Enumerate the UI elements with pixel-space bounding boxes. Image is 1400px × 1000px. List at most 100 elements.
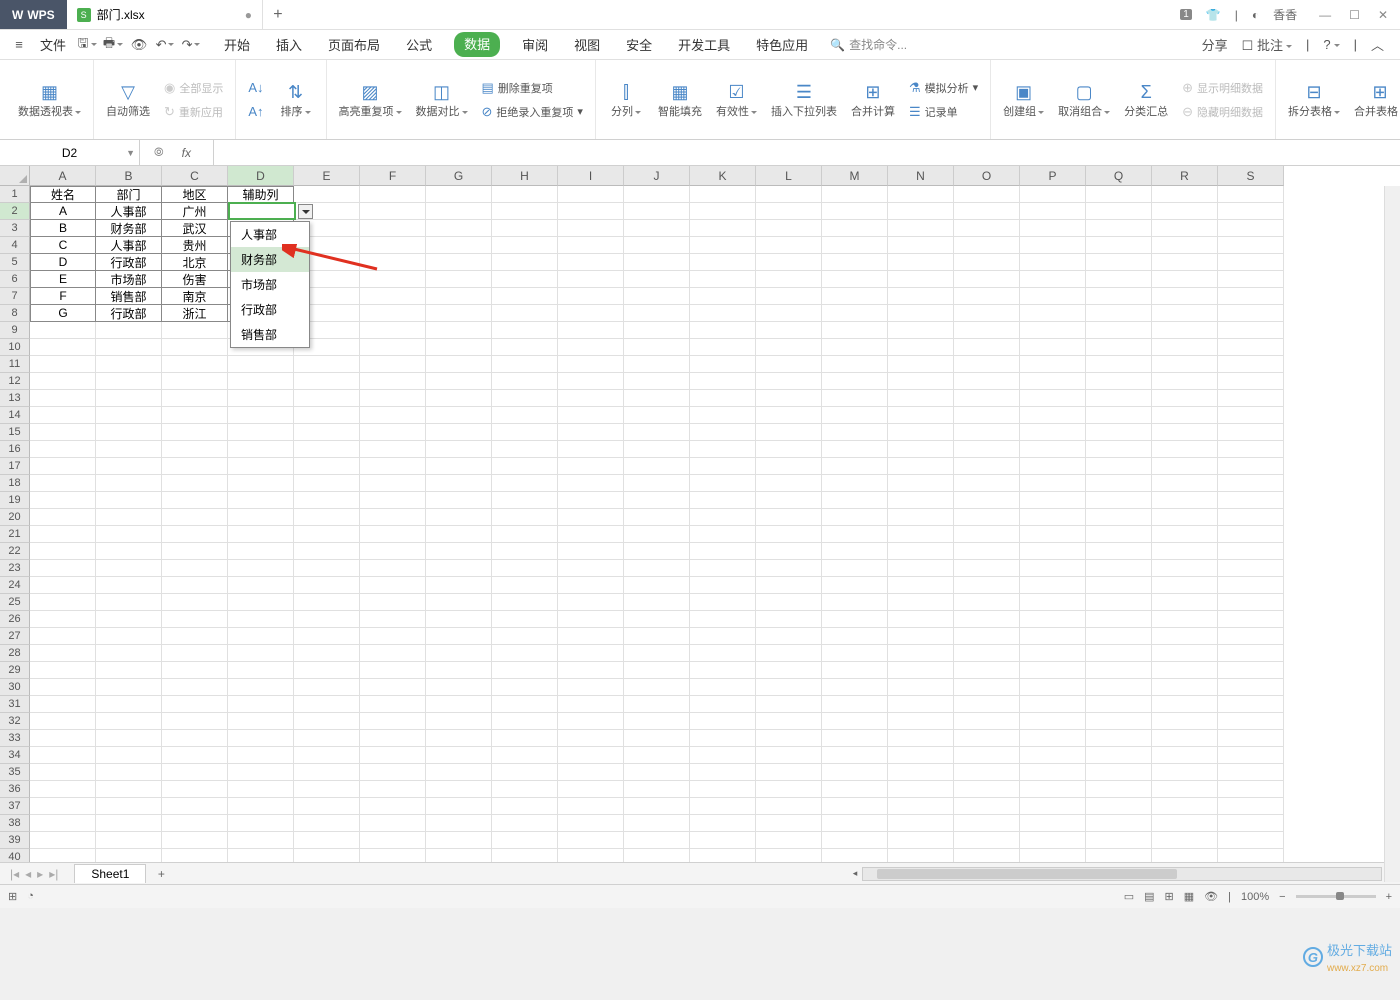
row-header[interactable]: 40 bbox=[0, 849, 30, 862]
cell[interactable] bbox=[1020, 305, 1086, 322]
name-box-dropdown-icon[interactable]: ▼ bbox=[126, 148, 135, 158]
cell[interactable] bbox=[492, 764, 558, 781]
cell[interactable] bbox=[954, 254, 1020, 271]
cell[interactable] bbox=[162, 322, 228, 339]
cell[interactable] bbox=[96, 849, 162, 862]
cell[interactable] bbox=[360, 696, 426, 713]
row-header[interactable]: 10 bbox=[0, 339, 30, 356]
cell[interactable] bbox=[30, 747, 96, 764]
row-header[interactable]: 16 bbox=[0, 441, 30, 458]
menu-tab-公式[interactable]: 公式 bbox=[402, 32, 436, 57]
spreadsheet[interactable]: ABCDEFGHIJKLMNOPQRS 12345678910111213141… bbox=[0, 166, 1400, 862]
dropdown-option[interactable]: 销售部 bbox=[231, 322, 309, 347]
cell[interactable] bbox=[1020, 424, 1086, 441]
cell[interactable] bbox=[1086, 509, 1152, 526]
cell[interactable] bbox=[558, 271, 624, 288]
cell[interactable] bbox=[30, 509, 96, 526]
column-header[interactable]: R bbox=[1152, 166, 1218, 186]
cell[interactable] bbox=[954, 186, 1020, 203]
cell[interactable] bbox=[360, 203, 426, 220]
tab-nav-next-icon[interactable]: ▸ bbox=[37, 867, 43, 881]
cell[interactable] bbox=[426, 254, 492, 271]
cell[interactable] bbox=[360, 271, 426, 288]
cell[interactable] bbox=[822, 254, 888, 271]
cell[interactable] bbox=[1086, 560, 1152, 577]
cell[interactable] bbox=[30, 832, 96, 849]
cell[interactable] bbox=[492, 424, 558, 441]
cell[interactable] bbox=[228, 475, 294, 492]
cell[interactable] bbox=[888, 628, 954, 645]
text-to-columns-button[interactable]: ⫿分列 bbox=[604, 68, 648, 132]
cell[interactable] bbox=[426, 798, 492, 815]
cell[interactable] bbox=[888, 356, 954, 373]
row-header[interactable]: 18 bbox=[0, 475, 30, 492]
cell[interactable] bbox=[1152, 781, 1218, 798]
cell[interactable] bbox=[360, 560, 426, 577]
cell[interactable] bbox=[822, 628, 888, 645]
cell[interactable] bbox=[1086, 475, 1152, 492]
pivot-table-button[interactable]: ▦数据透视表 bbox=[14, 68, 85, 132]
cell[interactable] bbox=[1218, 679, 1284, 696]
cell[interactable] bbox=[756, 356, 822, 373]
cell[interactable] bbox=[690, 186, 756, 203]
cell[interactable] bbox=[690, 407, 756, 424]
cell[interactable] bbox=[1086, 849, 1152, 862]
cell[interactable]: 贵州 bbox=[162, 237, 228, 254]
cell[interactable] bbox=[360, 764, 426, 781]
column-header[interactable]: D bbox=[228, 166, 294, 186]
cell[interactable] bbox=[822, 696, 888, 713]
cell[interactable] bbox=[162, 798, 228, 815]
cell[interactable] bbox=[756, 254, 822, 271]
cell[interactable] bbox=[492, 577, 558, 594]
cell[interactable] bbox=[1218, 747, 1284, 764]
cell[interactable] bbox=[756, 611, 822, 628]
row-header[interactable]: 20 bbox=[0, 509, 30, 526]
menu-tab-审阅[interactable]: 审阅 bbox=[518, 32, 552, 57]
cell[interactable] bbox=[1152, 305, 1218, 322]
hscroll-thumb[interactable] bbox=[877, 869, 1177, 879]
cell[interactable] bbox=[1086, 764, 1152, 781]
cell[interactable] bbox=[756, 322, 822, 339]
cell[interactable] bbox=[162, 679, 228, 696]
column-header[interactable]: K bbox=[690, 166, 756, 186]
cell[interactable] bbox=[690, 475, 756, 492]
cell[interactable] bbox=[624, 458, 690, 475]
cell[interactable] bbox=[228, 747, 294, 764]
cell[interactable] bbox=[492, 560, 558, 577]
cell[interactable] bbox=[426, 458, 492, 475]
cell[interactable] bbox=[822, 645, 888, 662]
view-page-icon[interactable]: ▤ bbox=[1144, 890, 1154, 903]
cell[interactable]: 广州 bbox=[162, 203, 228, 220]
cell[interactable] bbox=[1152, 220, 1218, 237]
cell[interactable] bbox=[96, 424, 162, 441]
cell[interactable] bbox=[756, 543, 822, 560]
cell[interactable] bbox=[96, 815, 162, 832]
cell[interactable] bbox=[360, 509, 426, 526]
cell[interactable] bbox=[294, 424, 360, 441]
cell[interactable] bbox=[360, 679, 426, 696]
cell[interactable] bbox=[558, 458, 624, 475]
cell[interactable] bbox=[1152, 390, 1218, 407]
cell[interactable] bbox=[492, 475, 558, 492]
cell[interactable] bbox=[624, 764, 690, 781]
cell[interactable] bbox=[1218, 611, 1284, 628]
cell[interactable] bbox=[162, 458, 228, 475]
column-header[interactable]: J bbox=[624, 166, 690, 186]
cell[interactable] bbox=[1218, 475, 1284, 492]
cell[interactable] bbox=[1218, 577, 1284, 594]
column-header[interactable]: G bbox=[426, 166, 492, 186]
cell[interactable] bbox=[822, 339, 888, 356]
cell[interactable] bbox=[558, 237, 624, 254]
cell[interactable] bbox=[1218, 509, 1284, 526]
cell[interactable] bbox=[558, 611, 624, 628]
cell[interactable] bbox=[96, 356, 162, 373]
cell[interactable] bbox=[1086, 526, 1152, 543]
cell[interactable] bbox=[888, 832, 954, 849]
cell[interactable] bbox=[822, 475, 888, 492]
cell[interactable] bbox=[96, 594, 162, 611]
cell[interactable] bbox=[558, 662, 624, 679]
cell[interactable] bbox=[1218, 390, 1284, 407]
cell[interactable] bbox=[624, 611, 690, 628]
cell[interactable] bbox=[558, 713, 624, 730]
what-if-button[interactable]: ⚗模拟分析 ▾ bbox=[905, 77, 982, 99]
